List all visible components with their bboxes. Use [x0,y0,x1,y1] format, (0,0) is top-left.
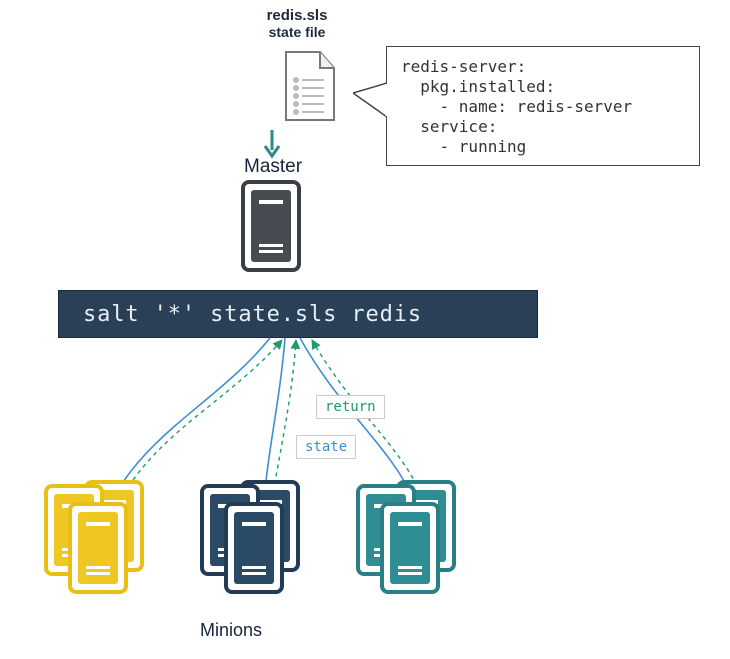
minion-cluster-navy [200,480,320,600]
sls-code-snippet: redis-server: pkg.installed: - name: red… [401,57,685,157]
salt-command-text: salt '*' state.sls redis [83,302,422,327]
minion-cluster-yellow [44,480,164,600]
state-file-name: redis.sls [247,8,347,25]
diagram-root: redis.sls state file redis-server: pkg.i… [0,0,730,659]
minion-cluster-teal [356,480,476,600]
salt-command-bar: salt '*' state.sls redis [58,290,538,338]
code-callout-bubble: redis-server: pkg.installed: - name: red… [386,46,700,166]
state-tag: state [296,435,356,459]
return-tag: return [316,395,385,419]
minions-label: Minions [200,620,262,641]
master-server-icon [241,180,301,272]
state-file-subtitle: state file [247,25,347,40]
document-icon [280,50,340,124]
state-file-caption: redis.sls state file [247,8,347,40]
master-label: Master [244,156,302,178]
